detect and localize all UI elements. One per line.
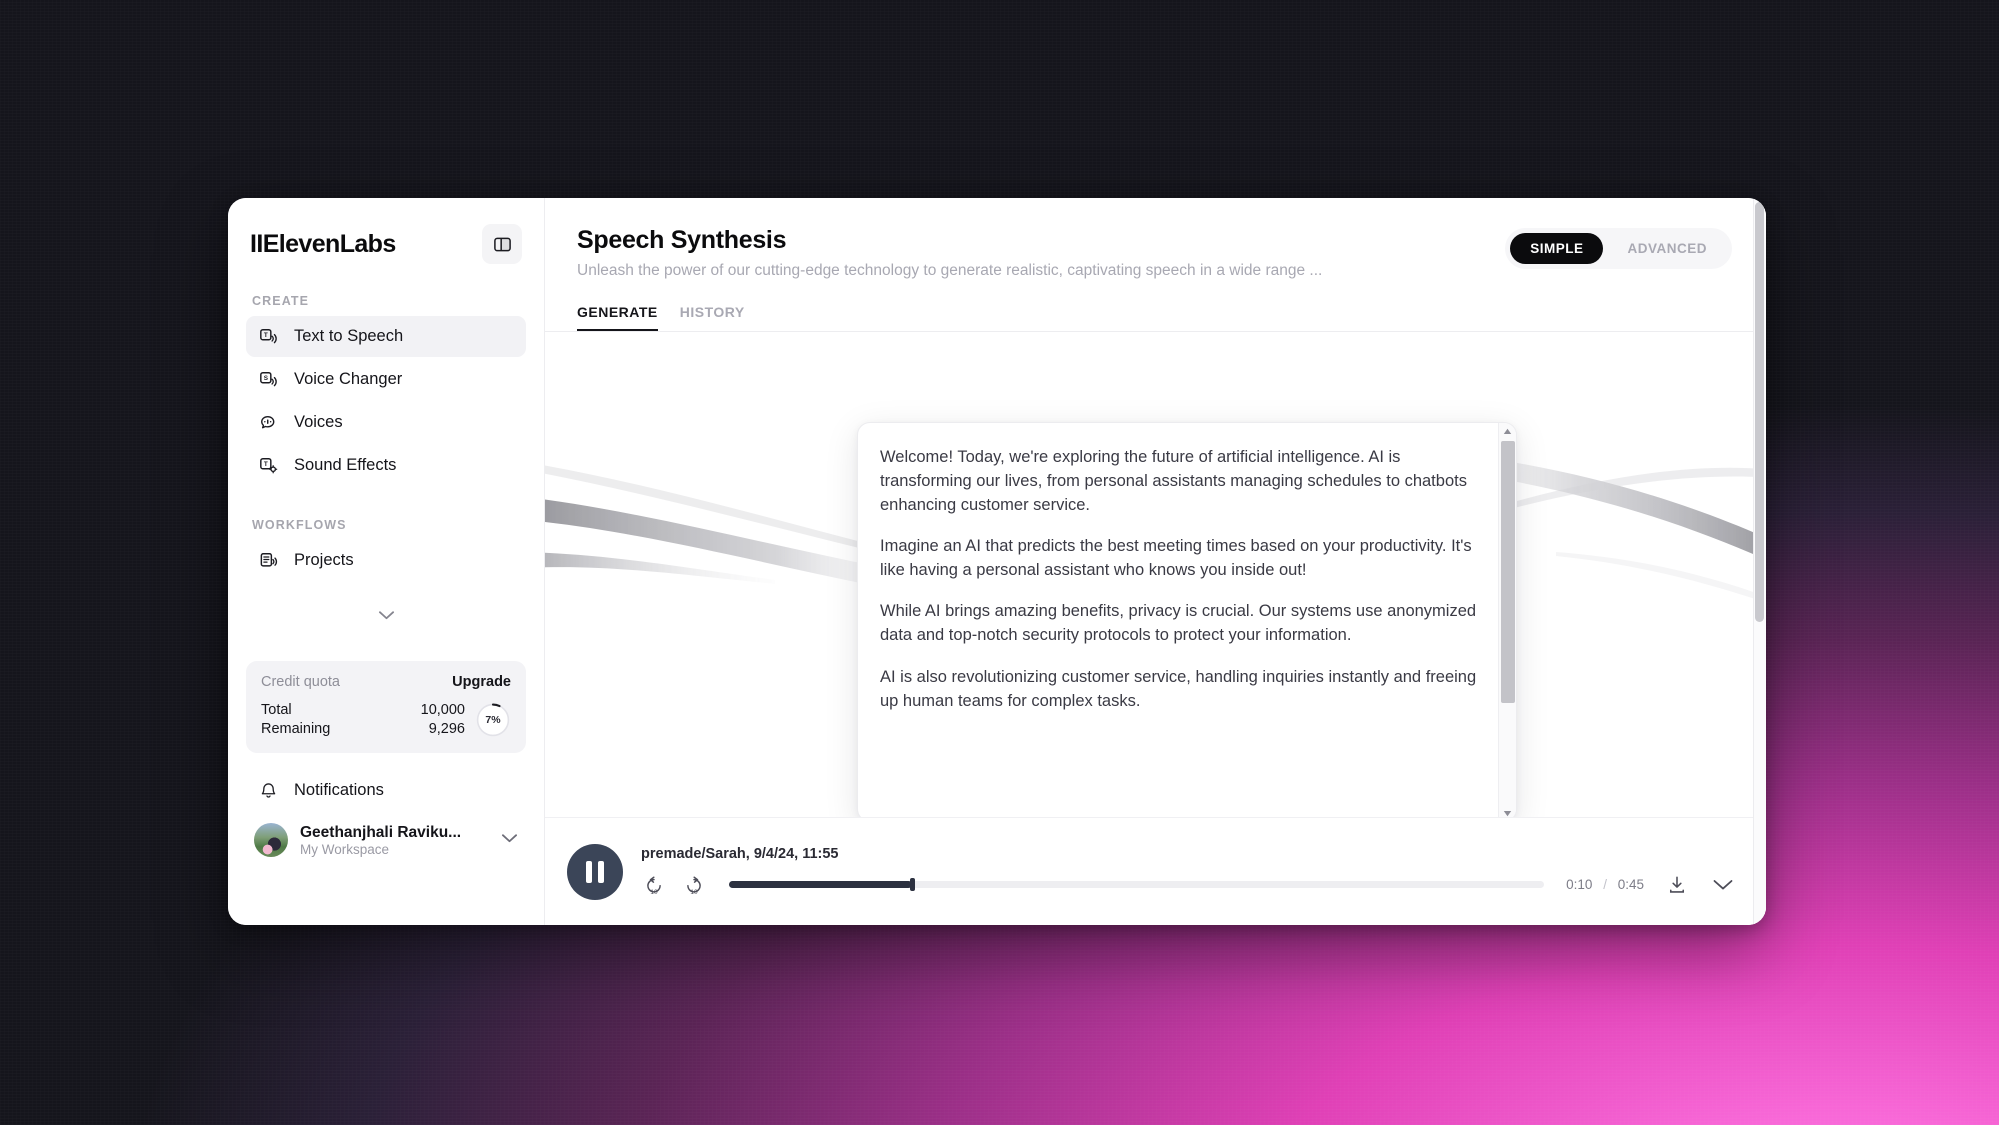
sound-effects-icon: T (258, 455, 279, 476)
svg-text:S: S (263, 375, 267, 382)
svg-text:T: T (263, 332, 267, 339)
mode-toggle: SIMPLE ADVANCED (1505, 228, 1732, 269)
upgrade-link[interactable]: Upgrade (452, 674, 511, 690)
credit-quota-title: Credit quota (261, 674, 340, 690)
page-title: Speech Synthesis (577, 226, 787, 254)
sidebar-item-projects[interactable]: Projects (246, 540, 526, 581)
svg-text:10: 10 (650, 889, 658, 896)
sidebar-item-label: Notifications (294, 780, 384, 799)
page-title-block: Speech Synthesis Unleash the power of ou… (577, 226, 1322, 280)
pause-icon[interactable] (567, 843, 623, 900)
playback-progress-handle[interactable] (910, 878, 916, 891)
pause-bar-left (586, 860, 592, 883)
sidebar-item-label: Sound Effects (294, 456, 397, 474)
sidebar-expand-toggle[interactable] (246, 597, 526, 637)
rewind-10-icon[interactable]: 10 (641, 872, 667, 898)
editor-scroll-thumb[interactable] (1500, 441, 1515, 703)
brand-logo: IIElevenLabs (250, 229, 396, 258)
credit-quota-card: Credit quota Upgrade Total 10,000 Remain… (246, 661, 526, 754)
chevron-down-icon (378, 608, 395, 626)
pause-bar-right (598, 860, 604, 883)
sidebar-item-label: Voices (294, 413, 343, 431)
voices-icon (258, 412, 279, 433)
chevron-down-icon[interactable] (501, 831, 518, 849)
sidebar-item-sound-effects[interactable]: T Sound Effects (246, 445, 526, 486)
mode-btn-simple[interactable]: SIMPLE (1510, 233, 1604, 264)
page-subtitle: Unleash the power of our cutting-edge te… (577, 262, 1323, 279)
projects-icon (258, 550, 279, 571)
bell-icon (258, 780, 279, 801)
editor-scroll-track[interactable] (1499, 439, 1517, 805)
credit-quota-total-label: Total (261, 702, 292, 718)
svg-text:T: T (263, 461, 267, 468)
credit-quota-percent-label: 7% (485, 714, 501, 727)
voice-changer-icon: S (258, 369, 279, 390)
credit-quota-body: Total 10,000 Remaining 9,296 7% (261, 701, 511, 739)
credit-quota-total-value: 10,000 (420, 702, 465, 718)
credit-quota-header: Credit quota Upgrade (261, 674, 511, 690)
sidebar-item-label: Text to Speech (294, 327, 404, 345)
credit-quota-remaining-row: Remaining 9,296 (261, 720, 465, 739)
audio-player: premade/Sarah, 9/4/24, 11:55 10 10 0:10 … (545, 817, 1766, 925)
panel-layout-icon[interactable] (482, 224, 522, 264)
page-header-top: Speech Synthesis Unleash the power of ou… (577, 226, 1732, 280)
avatar (254, 823, 288, 858)
scroll-up-arrow-icon[interactable] (1499, 423, 1517, 439)
tab-history[interactable]: HISTORY (680, 304, 745, 331)
credit-quota-total-row: Total 10,000 (261, 701, 465, 720)
player-track-title: premade/Sarah, 9/4/24, 11:55 (641, 845, 839, 862)
app-window: IIElevenLabs CREATE T Text to Speech S V… (228, 198, 1766, 925)
sidebar-brand-row: IIElevenLabs (246, 198, 526, 264)
tabs: GENERATE HISTORY (577, 304, 1732, 331)
user-account-row[interactable]: Geethanjhali Raviku... My Workspace (246, 817, 526, 858)
playback-progress-bar[interactable] (729, 878, 1545, 891)
editor-canvas: Welcome! Today, we're exploring the futu… (545, 332, 1766, 817)
player-controls: 10 10 0:10 / 0:45 (641, 872, 1736, 898)
sidebar-item-label: Projects (294, 551, 354, 569)
current-time: 0:10 (1566, 877, 1593, 892)
playback-time: 0:10 / 0:45 (1566, 877, 1644, 892)
main-scrollbar-track[interactable] (1753, 198, 1766, 925)
playback-progress-fill (729, 881, 913, 888)
tab-generate[interactable]: GENERATE (577, 304, 658, 331)
time-separator: / (1603, 877, 1607, 892)
sidebar: IIElevenLabs CREATE T Text to Speech S V… (228, 198, 545, 925)
sidebar-item-notifications[interactable]: Notifications (246, 769, 526, 811)
scroll-down-arrow-icon[interactable] (1499, 805, 1517, 817)
forward-10-icon[interactable]: 10 (681, 872, 707, 898)
main-scrollbar-thumb[interactable] (1755, 202, 1764, 622)
svg-text:10: 10 (690, 889, 698, 896)
text-to-speech-icon: T (258, 326, 279, 347)
sidebar-section-label-create: CREATE (252, 294, 310, 308)
sidebar-item-text-to-speech[interactable]: T Text to Speech (246, 316, 526, 357)
editor-paragraph: AI is also revolutionizing customer serv… (880, 667, 1477, 710)
credit-quota-progress-ring: 7% (475, 702, 511, 738)
editor-paragraph: While AI brings amazing benefits, privac… (880, 602, 1477, 645)
user-meta: Geethanjhali Raviku... My Workspace (300, 824, 489, 857)
editor-paragraph: Welcome! Today, we're exploring the futu… (880, 448, 1467, 515)
sidebar-section-label-workflows: WORKFLOWS (252, 518, 347, 532)
sidebar-item-label: Voice Changer (294, 370, 403, 388)
text-editor-content[interactable]: Welcome! Today, we're exploring the futu… (858, 423, 1498, 817)
credit-quota-remaining-value: 9,296 (428, 721, 465, 738)
editor-paragraph: Imagine an AI that predicts the best mee… (880, 537, 1472, 580)
page-header: Speech Synthesis Unleash the power of ou… (545, 198, 1766, 331)
user-workspace: My Workspace (300, 841, 390, 857)
user-name: Geethanjhali Raviku... (300, 823, 462, 841)
sidebar-item-voices[interactable]: Voices (246, 402, 526, 443)
text-editor[interactable]: Welcome! Today, we're exploring the futu… (857, 422, 1517, 817)
credit-quota-values: Total 10,000 Remaining 9,296 (261, 701, 465, 739)
main-content: Speech Synthesis Unleash the power of ou… (545, 198, 1766, 925)
decorative-wave-left (545, 465, 900, 588)
mode-btn-advanced[interactable]: ADVANCED (1607, 233, 1727, 264)
player-body: premade/Sarah, 9/4/24, 11:55 10 10 0:10 … (641, 846, 1736, 898)
editor-scrollbar[interactable] (1498, 423, 1516, 817)
sidebar-item-voice-changer[interactable]: S Voice Changer (246, 359, 526, 400)
download-icon[interactable] (1664, 872, 1690, 898)
credit-quota-remaining-label: Remaining (261, 721, 331, 738)
total-time: 0:45 (1617, 877, 1644, 892)
chevron-down-icon[interactable] (1710, 872, 1736, 898)
